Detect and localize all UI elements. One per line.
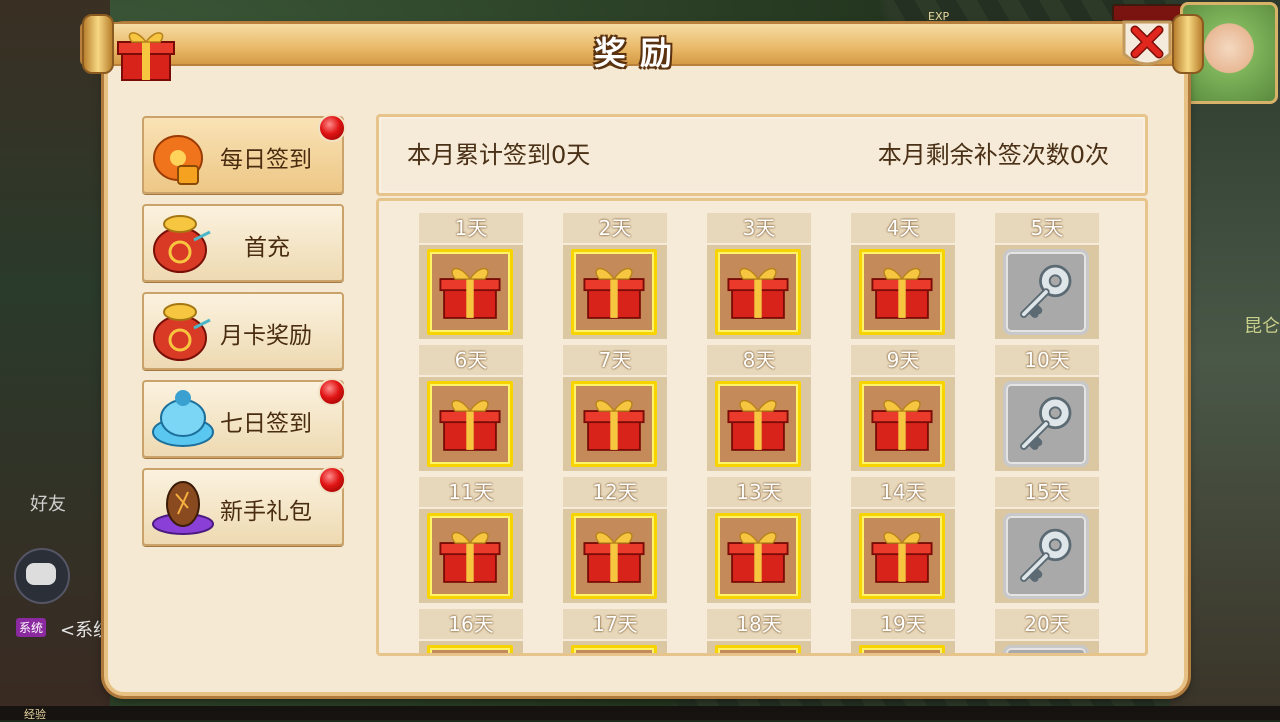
signin-day-cell[interactable]: 16天 [419,609,523,653]
signin-day-cell[interactable]: 15天 [995,477,1099,603]
system-tag: 系统 [16,618,47,637]
signin-day-cell[interactable]: 2天 [563,213,667,339]
panel-title: 奖励 [593,34,686,72]
menu-label-daily-signin: 每日签到 [220,147,312,173]
side-location-text: 昆仑 [1244,316,1280,337]
menu-monthly-card[interactable]: 月卡奖励 [142,292,344,370]
monthly-total-signin-text: 本月累计签到0天 [407,141,591,169]
title-bar-right-knob [1172,14,1204,74]
day-label: 4天 [851,213,955,243]
day-label: 20天 [995,609,1099,639]
signin-day-cell[interactable]: 1天 [419,213,523,339]
remaining-makeup-signin-text: 本月剩余补签次数0次 [877,141,1109,169]
menu-daily-signin[interactable]: 每日签到 [142,116,344,194]
signin-day-cell[interactable]: 8天 [707,345,811,471]
day-label: 1天 [419,213,523,243]
signin-day-cell[interactable]: 5天 [995,213,1099,339]
menu-seven-day-signin[interactable]: 七日签到 [142,380,344,458]
gift-box-icon[interactable] [715,513,801,599]
gift-box-icon[interactable] [859,249,945,335]
menu-label-seven-day-signin: 七日签到 [220,411,312,437]
signin-day-cell[interactable]: 4天 [851,213,955,339]
signin-day-cell[interactable]: 6天 [419,345,523,471]
gift-box-icon[interactable] [715,249,801,335]
signin-day-cell[interactable]: 17天 [563,609,667,653]
signin-day-cell[interactable]: 11天 [419,477,523,603]
gift-box-icon[interactable] [859,513,945,599]
menu-first-recharge[interactable]: 首充 [142,204,344,282]
signin-day-cell[interactable]: 3天 [707,213,811,339]
notification-dot [318,378,346,406]
notification-dot [318,114,346,142]
day-label: 3天 [707,213,811,243]
signin-day-cell[interactable]: 19天 [851,609,955,653]
chat-icon [26,563,56,585]
day-label: 9天 [851,345,955,375]
key-icon[interactable] [1003,249,1089,335]
bottom-bar: 经验 [0,706,1280,721]
day-label: 6天 [419,345,523,375]
gift-box-icon[interactable] [427,381,513,467]
day-label: 13天 [707,477,811,507]
coin-sack-icon [153,303,211,361]
signin-day-cell[interactable]: 9天 [851,345,955,471]
gift-box-icon[interactable] [715,381,801,467]
menu-label-monthly-card: 月卡奖励 [220,323,312,349]
signin-day-cell[interactable]: 12天 [563,477,667,603]
notification-dot [318,466,346,494]
menu-newbie-pack[interactable]: 新手礼包 [142,468,344,546]
day-label: 14天 [851,477,955,507]
gift-box-icon[interactable] [427,513,513,599]
gift-box-icon[interactable] [571,645,657,653]
friends-label[interactable]: 好友 [30,490,66,516]
menu-label-first-recharge: 首充 [244,235,290,261]
chat-button[interactable] [14,548,70,604]
day-label: 17天 [563,609,667,639]
title-bar-left-knob [82,14,114,74]
money-bag-icon [153,135,203,185]
day-label: 7天 [563,345,667,375]
gift-box-icon[interactable] [859,645,945,653]
signin-day-cell[interactable]: 18天 [707,609,811,653]
day-label: 15天 [995,477,1099,507]
egg-altar-icon [152,481,214,535]
signin-day-cell[interactable]: 7天 [563,345,667,471]
day-label: 18天 [707,609,811,639]
day-label: 12天 [563,477,667,507]
gift-box-icon[interactable] [427,645,513,653]
gift-box-icon[interactable] [715,645,801,653]
gift-box-icon[interactable] [427,249,513,335]
signin-day-cell[interactable]: 13天 [707,477,811,603]
day-label: 11天 [419,477,523,507]
menu-label-newbie-pack: 新手礼包 [220,499,312,525]
day-label: 19天 [851,609,955,639]
gift-box-icon[interactable] [571,381,657,467]
signin-day-cell[interactable]: 10天 [995,345,1099,471]
gift-box-icon[interactable] [571,513,657,599]
key-icon[interactable] [1003,381,1089,467]
signin-reward-grid: 1天 2天 3天 4天 5天 6天 7天 8天 9天 10天 11天 12天 13天 14天 15天 16天 1… [376,198,1148,656]
day-label: 5天 [995,213,1099,243]
day-label: 16天 [419,609,523,639]
key-icon[interactable] [1003,645,1089,653]
key-icon[interactable] [1003,513,1089,599]
gift-box-icon[interactable] [571,249,657,335]
background-left-scene [0,0,110,720]
day-label: 8天 [707,345,811,375]
day-label: 2天 [563,213,667,243]
coin-sack-icon [153,215,211,273]
blue-treasure-icon [152,390,214,447]
day-label: 10天 [995,345,1099,375]
signin-day-cell[interactable]: 14天 [851,477,955,603]
gift-box-icon[interactable] [859,381,945,467]
signin-day-cell[interactable]: 20天 [995,609,1099,653]
gift-box-icon [117,32,175,81]
close-button[interactable] [1120,18,1174,74]
signin-summary-bar: 本月累计签到0天 本月剩余补签次数0次 [376,114,1148,196]
